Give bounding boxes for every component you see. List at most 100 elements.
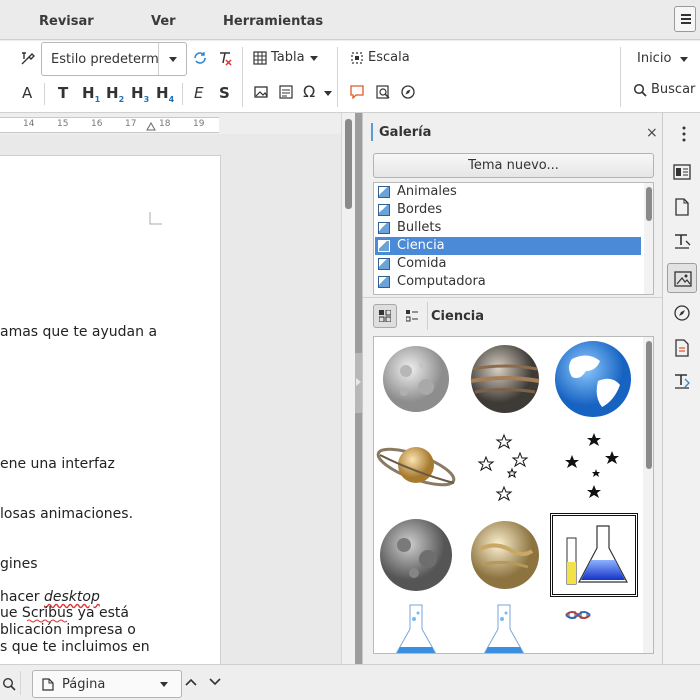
new-theme-button[interactable]: Tema nuevo... bbox=[373, 153, 654, 178]
table-button[interactable]: Tabla bbox=[271, 50, 305, 65]
heading-4-icon[interactable]: H4 bbox=[156, 84, 175, 104]
heading-4-sub: 4 bbox=[168, 95, 175, 104]
sidebar-splitter[interactable] bbox=[355, 113, 362, 664]
white-stars-icon[interactable] bbox=[462, 425, 550, 509]
heading-3-letter: H bbox=[131, 84, 144, 102]
moon-icon[interactable] bbox=[374, 337, 462, 421]
close-icon[interactable]: × bbox=[646, 125, 658, 141]
theme-list-item[interactable]: Animales bbox=[375, 183, 641, 201]
document-area[interactable]: amas que te ayudan a ene una interfaz lo… bbox=[0, 134, 341, 675]
heading-1-icon[interactable]: H1 bbox=[82, 84, 101, 104]
navigate-by-combo[interactable]: Página bbox=[32, 670, 182, 698]
previous-icon[interactable] bbox=[184, 677, 198, 687]
start-dropdown-icon[interactable] bbox=[680, 57, 688, 62]
theme-list-item-selected[interactable]: Ciencia bbox=[375, 237, 641, 255]
next-icon[interactable] bbox=[208, 677, 222, 687]
ruler-tick: 17 bbox=[125, 119, 137, 129]
theme-list-item[interactable]: Computadora bbox=[375, 273, 641, 291]
table-icon[interactable] bbox=[253, 51, 267, 65]
beaker-left-icon[interactable] bbox=[374, 601, 462, 653]
jupiter-icon[interactable] bbox=[462, 337, 550, 421]
icon-view-button[interactable] bbox=[373, 304, 397, 328]
theme-list-scrollbar[interactable] bbox=[644, 183, 653, 294]
navigator-icon[interactable] bbox=[667, 298, 697, 328]
heading-3-sub: 3 bbox=[143, 95, 150, 104]
theme-list[interactable]: Animales Bordes Bullets Ciencia Comida C… bbox=[373, 182, 654, 295]
collapse-sidebar-handle[interactable] bbox=[355, 353, 362, 413]
dna-icon[interactable] bbox=[550, 601, 638, 653]
chevron-down-icon[interactable] bbox=[160, 682, 168, 687]
document-page[interactable]: amas que te ayudan a ene una interfaz lo… bbox=[0, 155, 221, 675]
special-character-dropdown-icon[interactable] bbox=[324, 91, 332, 96]
find-bar-search-icon[interactable] bbox=[2, 677, 16, 691]
start-button[interactable]: Inicio bbox=[637, 51, 671, 66]
horizontal-ruler[interactable]: 14 15 16 17 18 19 bbox=[0, 117, 219, 133]
font-color-icon[interactable]: A bbox=[22, 84, 32, 102]
detailed-view-button[interactable] bbox=[401, 304, 423, 328]
venus-icon[interactable] bbox=[462, 513, 550, 597]
theme-list-item[interactable]: Bordes bbox=[375, 201, 641, 219]
scale-icon[interactable] bbox=[350, 51, 364, 65]
manage-changes-icon[interactable] bbox=[667, 333, 697, 363]
black-stars-icon[interactable] bbox=[550, 425, 638, 509]
heading-2-sub: 2 bbox=[118, 95, 125, 104]
emphasis-icon[interactable]: E bbox=[194, 84, 203, 102]
flask-icon[interactable] bbox=[550, 513, 638, 597]
find-button[interactable]: Buscar bbox=[651, 82, 695, 97]
navigator-icon[interactable] bbox=[401, 85, 415, 99]
menu-view[interactable]: Ver bbox=[151, 14, 176, 29]
hamburger-menu-icon[interactable] bbox=[674, 6, 696, 32]
theme-icon bbox=[378, 204, 390, 216]
heading-2-icon[interactable]: H2 bbox=[106, 84, 125, 104]
heading-1-sub: 1 bbox=[94, 95, 101, 104]
title-style-icon[interactable]: T bbox=[58, 84, 68, 102]
italic-misspelled-word[interactable]: desktop bbox=[44, 589, 100, 605]
page-icon[interactable] bbox=[667, 192, 697, 222]
properties-icon[interactable] bbox=[667, 157, 697, 187]
heading-3-icon[interactable]: H3 bbox=[131, 84, 150, 104]
scale-button[interactable]: Escala bbox=[368, 50, 410, 65]
document-vertical-scrollbar[interactable] bbox=[341, 113, 355, 664]
design-icon[interactable] bbox=[667, 367, 697, 397]
theme-list-item[interactable]: Bullets bbox=[375, 219, 641, 237]
comment-icon[interactable] bbox=[350, 85, 364, 99]
earth-icon[interactable] bbox=[550, 337, 638, 421]
saturn-icon[interactable] bbox=[374, 425, 462, 509]
update-style-icon[interactable] bbox=[192, 50, 208, 66]
scrollbar-thumb[interactable] bbox=[345, 119, 352, 209]
styles-icon[interactable] bbox=[667, 227, 697, 257]
menu-tools[interactable]: Herramientas bbox=[223, 14, 323, 29]
image-icon[interactable] bbox=[254, 85, 268, 99]
search-icon[interactable] bbox=[633, 83, 647, 97]
theme-list-item[interactable]: Comida bbox=[375, 255, 641, 273]
theme-list-item-partial[interactable] bbox=[375, 291, 641, 294]
theme-label: Bullets bbox=[397, 220, 442, 235]
clear-formatting-icon[interactable] bbox=[217, 50, 233, 66]
theme-label: Bordes bbox=[397, 202, 443, 217]
icon-view-icon bbox=[379, 310, 391, 322]
indent-marker-icon[interactable] bbox=[146, 122, 156, 132]
toolbar-separator bbox=[44, 83, 45, 105]
gallery-deck: Galería × Tema nuevo... Animales Bordes … bbox=[362, 113, 663, 664]
table-dropdown-icon[interactable] bbox=[310, 56, 318, 61]
track-changes-icon[interactable] bbox=[376, 85, 390, 99]
full-moon-icon[interactable] bbox=[374, 513, 462, 597]
gallery-icon[interactable] bbox=[667, 263, 697, 293]
scrollbar-thumb[interactable] bbox=[646, 187, 652, 221]
menu-review[interactable]: Revisar bbox=[39, 14, 94, 29]
gallery-grid-scrollbar[interactable] bbox=[643, 337, 653, 653]
sidebar-settings-icon[interactable] bbox=[667, 119, 697, 149]
theme-label: Comida bbox=[397, 256, 447, 271]
scrollbar-thumb[interactable] bbox=[646, 341, 652, 469]
paragraph-style-dropdown-button[interactable] bbox=[158, 43, 186, 75]
strong-emphasis-icon[interactable]: S bbox=[219, 84, 230, 102]
gallery-item-grid[interactable] bbox=[373, 336, 654, 654]
paragraph-style-icon[interactable] bbox=[20, 50, 36, 66]
chart-icon[interactable] bbox=[279, 85, 293, 99]
document-text-line: s que te incluimos en bbox=[0, 639, 150, 655]
beaker-right-icon[interactable] bbox=[462, 601, 550, 653]
page-icon bbox=[42, 678, 54, 691]
special-character-icon[interactable]: Ω bbox=[303, 82, 315, 101]
paragraph-style-combo[interactable]: Estilo predetermi bbox=[41, 42, 187, 76]
theme-icon bbox=[378, 258, 390, 270]
